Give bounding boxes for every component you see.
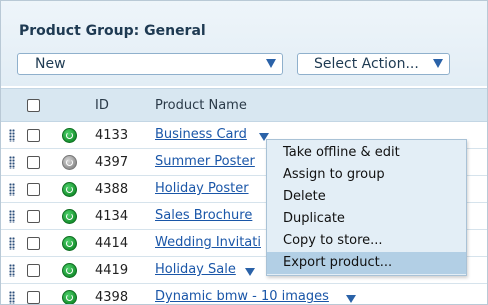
select-all-checkbox[interactable] — [27, 99, 40, 112]
action-select[interactable]: Select Action... — [297, 53, 450, 75]
menu-item-copy-to-store[interactable]: Copy to store... — [267, 230, 466, 252]
status-online-icon[interactable] — [62, 290, 77, 304]
new-select[interactable]: New — [17, 53, 283, 75]
table-header: ID Product Name — [1, 88, 487, 122]
product-id: 4133 — [95, 128, 129, 143]
column-header-id[interactable]: ID — [95, 98, 109, 113]
menu-item-assign-to-group[interactable]: Assign to group — [267, 164, 466, 186]
page-title: Product Group: General — [19, 23, 206, 39]
status-online-icon[interactable] — [62, 236, 77, 251]
menu-item-delete[interactable]: Delete — [267, 186, 466, 208]
product-id: 4414 — [95, 236, 129, 251]
row-checkbox[interactable] — [27, 129, 40, 142]
chevron-down-icon — [433, 59, 443, 68]
drag-handle-icon[interactable] — [9, 210, 15, 223]
status-online-icon[interactable] — [62, 182, 77, 197]
menu-item-export-product[interactable]: Export product... — [267, 252, 466, 274]
panel-header: Product Group: General New Select Action… — [1, 1, 487, 86]
status-online-icon[interactable] — [62, 263, 77, 278]
drag-handle-icon[interactable] — [9, 183, 15, 196]
drag-handle-icon[interactable] — [9, 156, 15, 169]
row-checkbox[interactable] — [27, 156, 40, 169]
drag-handle-icon[interactable] — [9, 237, 15, 250]
status-offline-icon[interactable] — [62, 155, 77, 170]
product-name-link[interactable]: Dynamic bmw - 10 images — [155, 289, 329, 304]
product-id: 4419 — [95, 263, 129, 278]
product-id: 4397 — [95, 155, 129, 170]
row-checkbox[interactable] — [27, 210, 40, 223]
product-id: 4398 — [95, 290, 129, 305]
status-online-icon[interactable] — [62, 209, 77, 224]
row-context-menu: Take offline & edit Assign to group Dele… — [266, 139, 467, 276]
drag-handle-icon[interactable] — [9, 291, 15, 304]
drag-handle-icon[interactable] — [9, 129, 15, 142]
row-checkbox[interactable] — [27, 237, 40, 250]
action-select-value: Select Action... — [314, 56, 419, 72]
row-checkbox[interactable] — [27, 183, 40, 196]
menu-item-duplicate[interactable]: Duplicate — [267, 208, 466, 230]
table-row: 4398 Dynamic bmw - 10 images — [1, 284, 487, 305]
new-select-value: New — [35, 56, 66, 72]
product-id: 4388 — [95, 182, 129, 197]
product-name-link[interactable]: Business Card — [155, 127, 247, 142]
chevron-down-icon — [266, 59, 276, 68]
row-checkbox[interactable] — [27, 291, 40, 304]
product-name-link[interactable]: Holiday Sale — [155, 262, 236, 277]
product-name-link[interactable]: Holiday Poster — [155, 181, 249, 196]
row-checkbox[interactable] — [27, 264, 40, 277]
status-online-icon[interactable] — [62, 128, 77, 143]
product-group-panel: Product Group: General New Select Action… — [0, 0, 488, 305]
row-menu-dropdown-icon[interactable] — [245, 268, 255, 276]
product-name-link[interactable]: Summer Poster — [155, 154, 255, 169]
drag-handle-icon[interactable] — [9, 264, 15, 277]
product-name-link[interactable]: Sales Brochure — [155, 208, 252, 223]
menu-item-take-offline[interactable]: Take offline & edit — [267, 142, 466, 164]
row-menu-dropdown-icon[interactable] — [346, 295, 356, 303]
product-id: 4134 — [95, 209, 129, 224]
column-header-name[interactable]: Product Name — [155, 98, 247, 113]
product-name-link[interactable]: Wedding Invitati — [155, 235, 261, 250]
